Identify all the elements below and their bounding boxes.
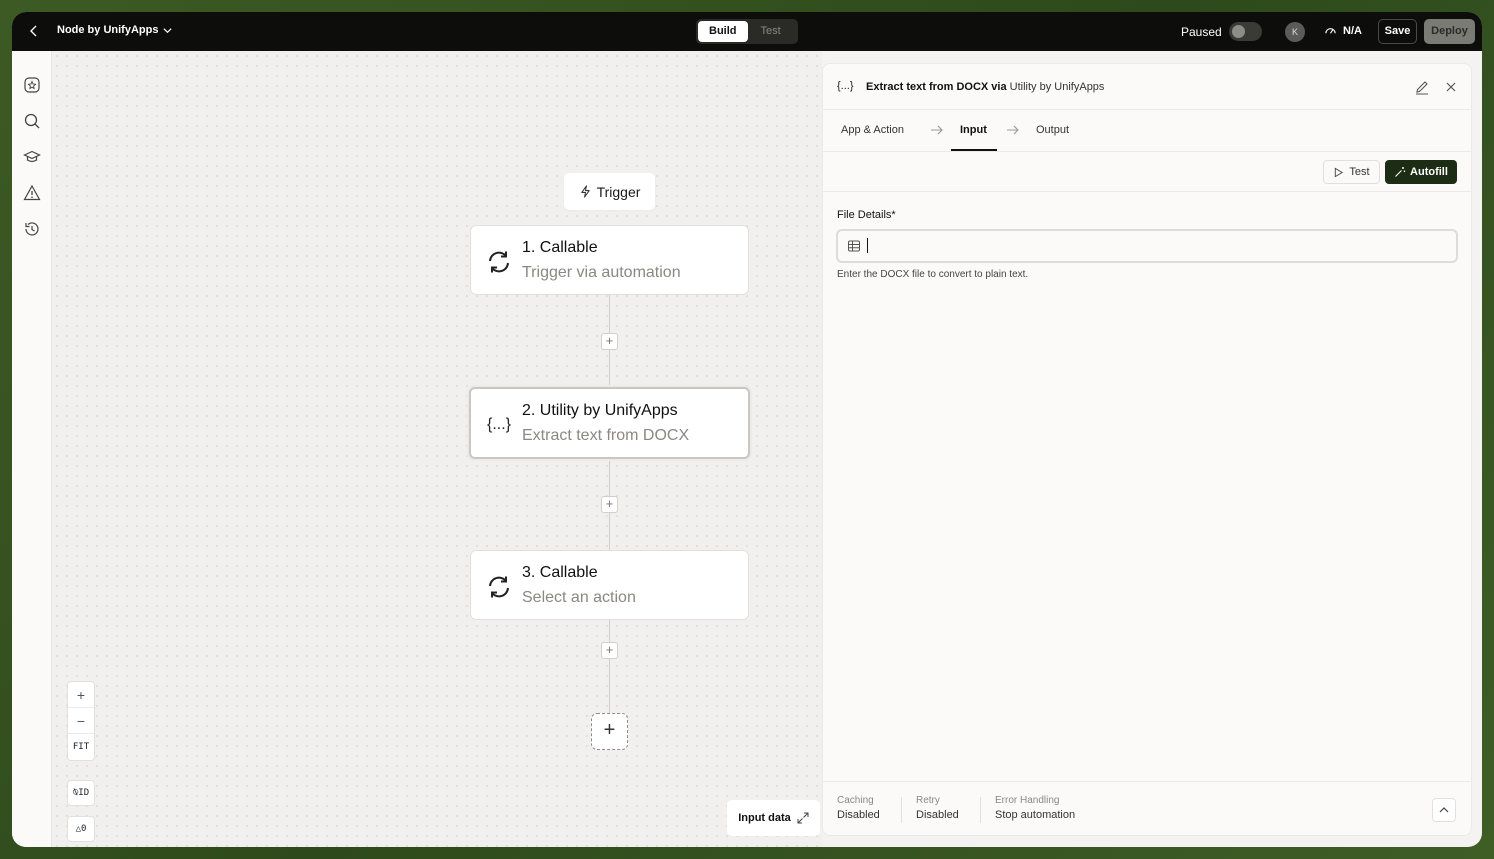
pencil-icon[interactable] <box>1414 79 1430 95</box>
mode-switch: Build Test <box>696 19 798 44</box>
node-subtitle: Select an action <box>522 589 636 606</box>
tab-test[interactable]: Test <box>750 21 792 42</box>
panel-footer: Caching Disabled Retry Disabled Error Ha… <box>823 781 1471 836</box>
tab-app-action[interactable]: App & Action <box>841 124 904 136</box>
chevron-down-icon <box>163 27 173 33</box>
input-data-button[interactable]: Input data <box>727 800 820 836</box>
divider <box>980 797 981 823</box>
connector-line <box>609 620 610 713</box>
setting-value: Disabled <box>916 809 959 821</box>
error-handling-setting[interactable]: Error Handling Stop automation <box>995 795 1075 821</box>
node-subtitle: Trigger via automation <box>522 264 681 281</box>
close-icon[interactable] <box>1443 79 1459 95</box>
setting-label: Retry <box>916 795 940 806</box>
expand-footer-button[interactable] <box>1432 798 1456 822</box>
panel-title-main: Extract text from DOCX via <box>866 81 1007 93</box>
graduation-cap-icon[interactable] <box>23 148 41 166</box>
warnings-button[interactable]: △0 <box>67 816 95 842</box>
file-details-input[interactable] <box>871 231 1451 261</box>
warning-icon[interactable] <box>23 184 41 202</box>
node-title: 2. Utility by UnifyApps <box>522 402 678 419</box>
workflow-canvas[interactable]: Trigger 1. Callable Trigger via automati… <box>52 51 822 847</box>
paused-toggle[interactable] <box>1229 22 1262 41</box>
node-title: 1. Callable <box>522 239 598 256</box>
setting-label: Caching <box>837 795 874 806</box>
table-icon <box>848 240 860 252</box>
panel-title-app: Utility by UnifyApps <box>1009 81 1105 93</box>
trigger-chip[interactable]: Trigger <box>564 173 655 210</box>
arrow-right-icon <box>931 125 943 135</box>
chevron-up-icon <box>1439 807 1449 813</box>
app-window: Node by UnifyApps Build Test Paused K N/… <box>12 12 1482 847</box>
text-caret <box>867 238 868 253</box>
gauge-icon <box>1325 28 1336 34</box>
id-label: ID <box>78 788 90 798</box>
test-button[interactable]: Test <box>1323 160 1380 184</box>
setting-value: Stop automation <box>995 809 1076 821</box>
star-icon[interactable] <box>23 76 41 94</box>
toggle-id-button[interactable]: ⍉ID <box>67 780 95 806</box>
panel-header: {...} Extract text from DOCX via Utility… <box>823 64 1471 110</box>
play-icon <box>1335 167 1344 177</box>
caching-setting[interactable]: Caching Disabled <box>837 795 880 821</box>
tab-output[interactable]: Output <box>1036 124 1069 136</box>
add-step-button[interactable]: + <box>601 642 618 659</box>
lightning-icon <box>580 185 590 198</box>
app-title: Node by UnifyApps <box>57 24 159 36</box>
expand-icon <box>797 812 809 824</box>
save-button[interactable]: Save <box>1378 19 1417 44</box>
node-config-panel: {...} Extract text from DOCX via Utility… <box>822 63 1472 836</box>
fit-button[interactable]: FIT <box>68 734 94 760</box>
refresh-icon <box>489 251 509 273</box>
divider <box>901 797 902 823</box>
workflow-node-1[interactable]: 1. Callable Trigger via automation <box>470 225 749 295</box>
warnings-count: 0 <box>81 824 87 834</box>
panel-actions: Test Autofill <box>823 152 1471 192</box>
add-step-button[interactable]: + <box>601 333 618 350</box>
test-label: Test <box>1349 166 1370 178</box>
status-label: Paused <box>1181 25 1222 39</box>
file-details-help: Enter the DOCX file to convert to plain … <box>837 269 1029 280</box>
step-tabs: App & Action Input Output <box>823 110 1471 152</box>
node-subtitle: Extract text from DOCX <box>522 427 690 444</box>
zoom-out-button[interactable]: − <box>68 708 94 734</box>
active-tab-indicator <box>951 149 997 151</box>
autofill-button[interactable]: Autofill <box>1385 160 1457 184</box>
autofill-label: Autofill <box>1410 166 1448 178</box>
panel-title: Extract text from DOCX via Utility by Un… <box>866 81 1104 93</box>
zoom-in-button[interactable]: + <box>68 682 94 708</box>
workflow-node-2[interactable]: {...} 2. Utility by UnifyApps Extract te… <box>469 387 750 459</box>
metric-indicator: N/A <box>1324 24 1362 37</box>
avatar[interactable]: K <box>1285 22 1305 42</box>
zoom-controls: + − FIT <box>67 681 95 761</box>
add-node-button[interactable]: + <box>591 713 628 750</box>
setting-label: Error Handling <box>995 795 1060 806</box>
deploy-button[interactable]: Deploy <box>1424 19 1475 44</box>
refresh-icon <box>489 576 509 598</box>
trigger-label: Trigger <box>596 183 641 200</box>
retry-setting[interactable]: Retry Disabled <box>916 795 959 821</box>
file-details-field[interactable] <box>836 229 1458 263</box>
back-arrow-icon[interactable] <box>26 23 42 39</box>
arrow-right-icon <box>1007 125 1019 135</box>
metric-value: N/A <box>1343 24 1362 37</box>
app-title-dropdown[interactable]: Node by UnifyApps <box>57 24 173 36</box>
braces-icon: {...} <box>837 80 854 92</box>
top-bar: Node by UnifyApps Build Test Paused K N/… <box>12 12 1482 51</box>
left-sidebar <box>12 51 52 847</box>
history-icon[interactable] <box>23 220 41 238</box>
search-icon[interactable] <box>23 112 41 130</box>
toggle-knob <box>1232 25 1245 38</box>
add-step-button[interactable]: + <box>601 496 618 513</box>
workflow-node-3[interactable]: 3. Callable Select an action <box>470 550 749 620</box>
tab-input[interactable]: Input <box>960 124 987 136</box>
input-data-label: Input data <box>738 812 791 824</box>
tab-build[interactable]: Build <box>698 21 748 42</box>
file-details-label: File Details* <box>837 209 896 221</box>
magic-wand-icon <box>1395 167 1406 177</box>
node-title: 3. Callable <box>522 564 598 581</box>
setting-value: Disabled <box>837 809 880 821</box>
braces-icon: {...} <box>486 416 512 433</box>
